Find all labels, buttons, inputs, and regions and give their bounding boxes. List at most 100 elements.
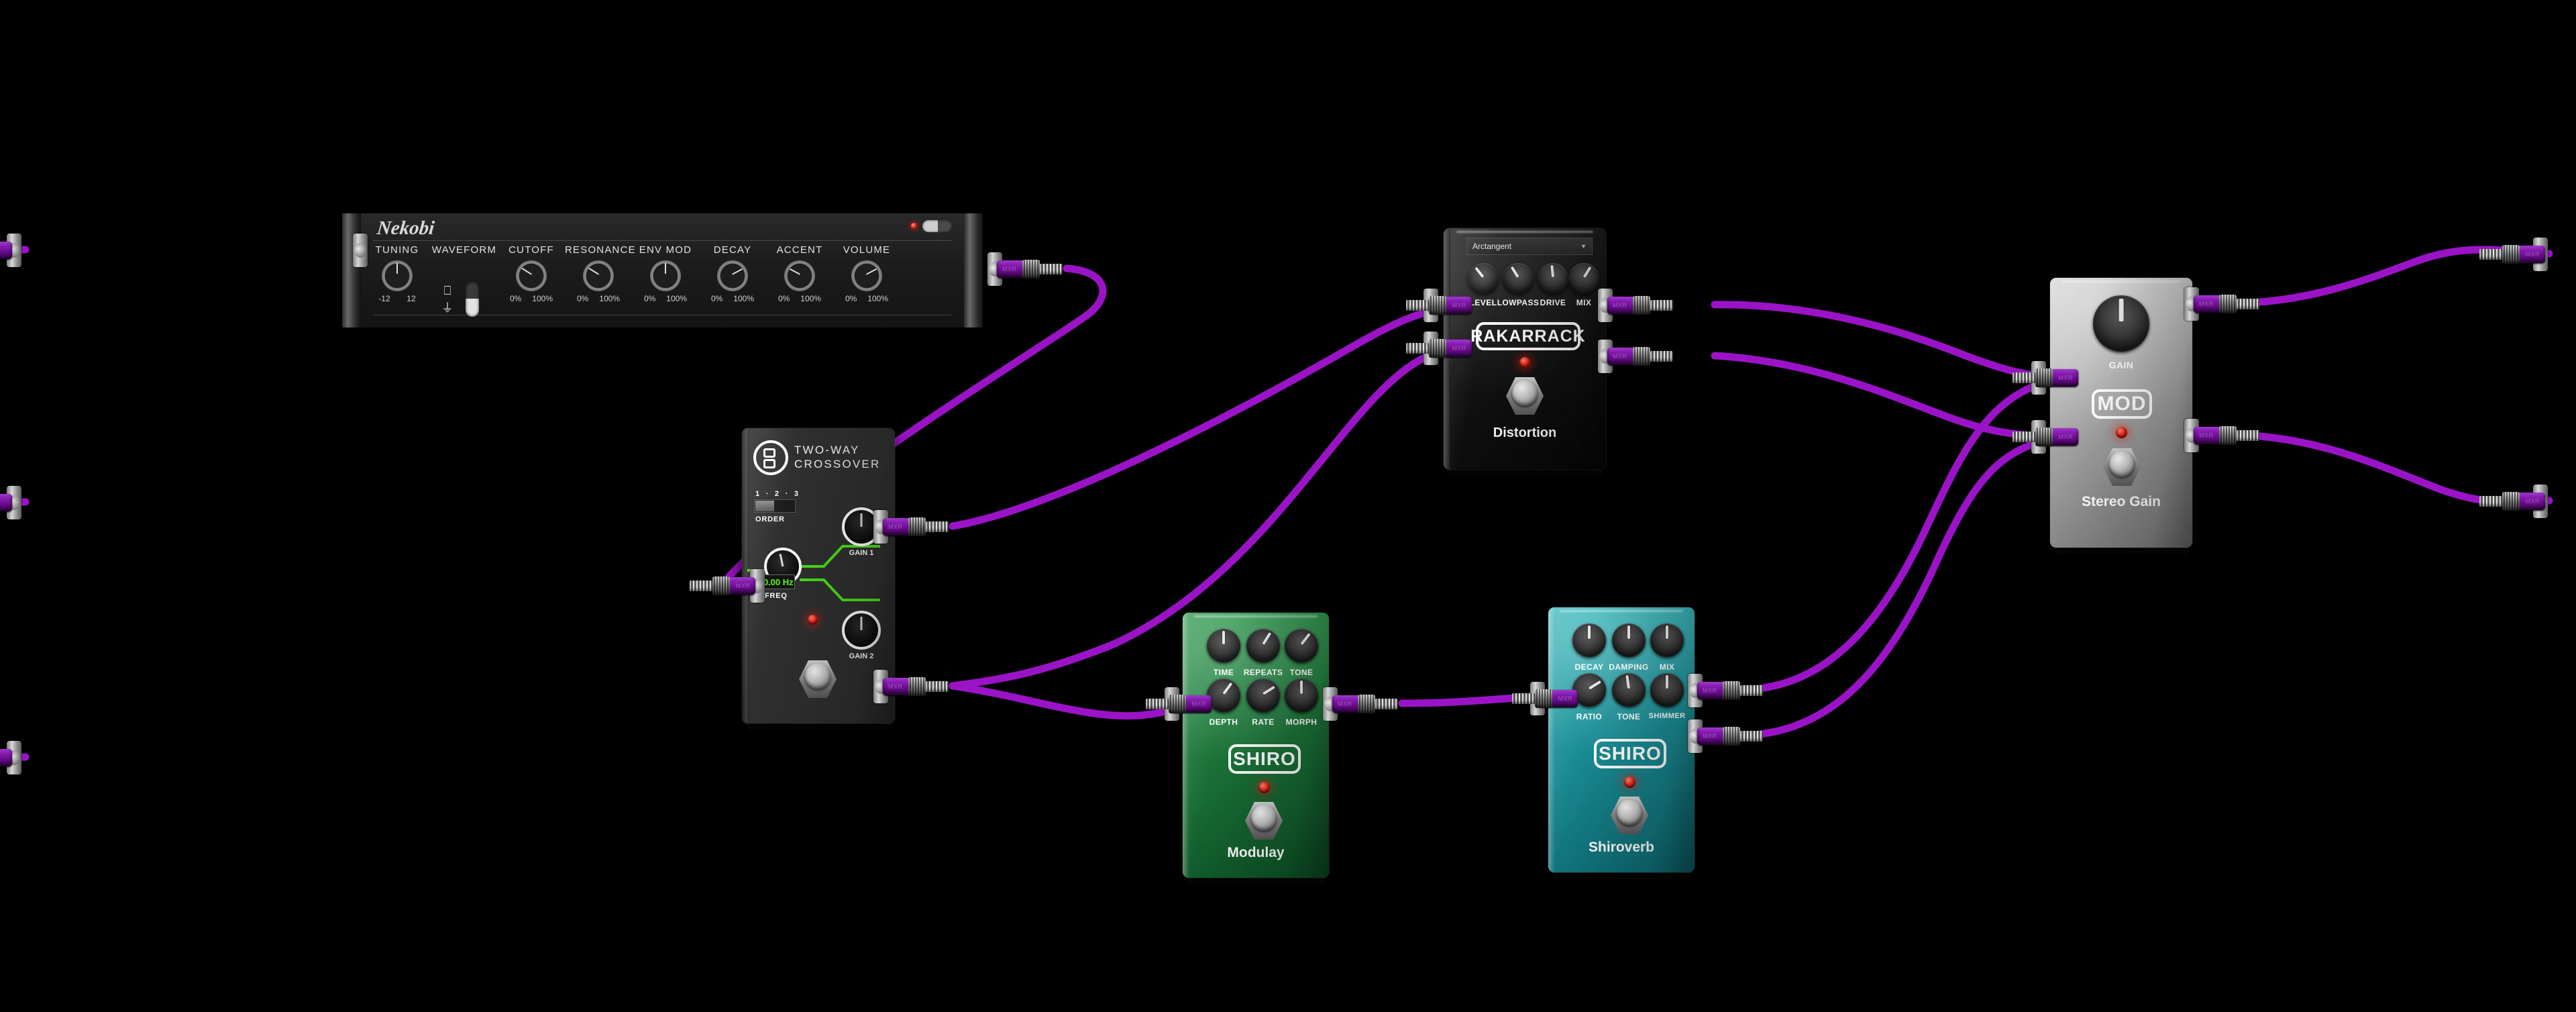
nekobi-control-resonance[interactable]: RESONANCE 0% 100% bbox=[565, 244, 635, 303]
footswitch-button[interactable] bbox=[2108, 451, 2135, 477]
rack-rail-left bbox=[342, 213, 361, 327]
chevron-down-icon[interactable]: ▼ bbox=[1580, 243, 1587, 250]
cutoff-knob[interactable] bbox=[516, 260, 547, 291]
distortion-output2-plug[interactable]: MXR bbox=[1598, 340, 1677, 373]
plug-strain-relief bbox=[1375, 699, 1398, 709]
drive-knob[interactable] bbox=[1532, 257, 1574, 300]
stereogain-input1-plug[interactable]: MXR bbox=[2008, 366, 2088, 389]
control-label: ENV MOD bbox=[639, 244, 692, 256]
crossover-title-line2: CROSSOVER bbox=[794, 458, 881, 470]
plug-brand-label: MXR bbox=[1452, 345, 1466, 352]
level-knob[interactable] bbox=[1462, 257, 1505, 300]
distortion-footswitch[interactable] bbox=[1506, 377, 1544, 415]
shiroverb-input-plug[interactable]: MXR bbox=[1508, 687, 1587, 710]
crossover-footswitch[interactable] bbox=[799, 660, 837, 698]
resonance-knob[interactable] bbox=[583, 260, 614, 291]
repeats-knob[interactable] bbox=[1240, 623, 1286, 668]
mix-knob[interactable] bbox=[1562, 257, 1605, 300]
slider-thumb[interactable] bbox=[755, 501, 774, 511]
modulay-footswitch[interactable] bbox=[1245, 802, 1283, 840]
tuning-knob[interactable] bbox=[382, 260, 413, 291]
offscreen-right-plug-2[interactable]: MXR bbox=[2475, 490, 2555, 513]
offscreen-right-plug-1[interactable]: MXR bbox=[2475, 243, 2555, 266]
tone-knob[interactable] bbox=[1279, 623, 1324, 668]
gain-knob[interactable] bbox=[2082, 285, 2160, 362]
volume-knob[interactable] bbox=[851, 260, 882, 291]
tone-knob[interactable] bbox=[1606, 667, 1652, 713]
modulay-output-plug[interactable]: MXR bbox=[1323, 687, 1402, 721]
pedalboard-canvas[interactable]: Nekobi TUNING -12 12 WAVEFORM ⎕ ⏚ CUTOFF… bbox=[0, 0, 2576, 1012]
stereogain-output1-plug[interactable]: MXR bbox=[2184, 287, 2263, 321]
lowpass-knob[interactable] bbox=[1497, 257, 1540, 300]
power-led-icon bbox=[911, 223, 917, 229]
plug-strain-relief bbox=[2012, 372, 2035, 383]
pedal-top-highlight bbox=[1560, 610, 1683, 612]
crossover-input-jack[interactable]: MXR bbox=[686, 569, 765, 603]
nekobi-control-env-mod[interactable]: ENV MOD 0% 100% bbox=[632, 244, 699, 303]
stereogain-footswitch[interactable] bbox=[2103, 448, 2141, 486]
nekobi-synth-panel[interactable]: Nekobi TUNING -12 12 WAVEFORM ⎕ ⏚ CUTOFF… bbox=[342, 213, 983, 327]
plug-brand-label: MXR bbox=[1613, 302, 1627, 309]
plug-strain-relief bbox=[2237, 430, 2259, 441]
pedal-two-way-crossover[interactable]: TWO-WAY CROSSOVER 1 · 2 · 3 ORDER 600.00… bbox=[742, 428, 895, 730]
plug-knurl bbox=[1535, 689, 1552, 708]
time-knob[interactable] bbox=[1201, 623, 1246, 668]
distortion-preset-select[interactable]: Arctangent ▼ bbox=[1466, 238, 1593, 255]
gain2-label: GAIN 2 bbox=[849, 652, 874, 660]
nekobi-control-tuning[interactable]: TUNING -12 12 bbox=[364, 244, 431, 303]
range-min: -12 bbox=[378, 294, 390, 303]
shiroverb-output2-plug[interactable]: MXR bbox=[1688, 719, 1767, 753]
shimmer-knob[interactable] bbox=[1644, 667, 1690, 713]
shiroverb-footswitch[interactable] bbox=[1611, 797, 1648, 834]
decay-knob[interactable] bbox=[717, 260, 748, 291]
crossover-output2-plug[interactable]: MXR bbox=[873, 670, 953, 703]
plug-strain-relief bbox=[2479, 496, 2502, 507]
stereogain-input2-plug[interactable]: MXR bbox=[2008, 425, 2088, 448]
stereogain-output2-plug[interactable]: MXR bbox=[2184, 419, 2263, 452]
cable-plug-offscreen-left-3[interactable] bbox=[0, 741, 21, 774]
gain2-knob[interactable] bbox=[842, 611, 881, 650]
plug-strain-relief bbox=[1512, 693, 1535, 704]
distortion-name: Distortion bbox=[1493, 425, 1557, 440]
control-label: WAVEFORM bbox=[431, 244, 497, 256]
pedal-stereo-gain[interactable]: GAIN MOD Stereo Gain bbox=[2050, 278, 2192, 554]
plug-barrel bbox=[0, 749, 12, 766]
rate-knob[interactable] bbox=[1240, 672, 1286, 718]
rack-rail-right bbox=[964, 213, 983, 327]
nekobi-control-waveform[interactable]: WAVEFORM ⎕ ⏚ bbox=[431, 244, 498, 317]
waveform-toggle[interactable] bbox=[466, 282, 479, 317]
plug-knurl bbox=[1358, 695, 1375, 713]
pedal-shiro-shiroverb[interactable]: DECAY DAMPING MIX RATIO TONE SHIMMER SHI… bbox=[1548, 607, 1695, 879]
damping-knob[interactable] bbox=[1606, 617, 1652, 663]
order-slider[interactable] bbox=[754, 499, 796, 513]
accent-knob[interactable] bbox=[784, 260, 815, 291]
nekobi-output-plug[interactable]: MXR bbox=[987, 252, 1067, 286]
decay-knob[interactable] bbox=[1566, 617, 1612, 663]
crossover-output1-plug[interactable]: MXR bbox=[873, 510, 953, 544]
nekobi-control-cutoff[interactable]: CUTOFF 0% 100% bbox=[498, 244, 565, 303]
footswitch-button[interactable] bbox=[1250, 805, 1277, 831]
distortion-input1-plug[interactable]: MXR bbox=[1402, 294, 1481, 317]
footswitch-button[interactable] bbox=[1616, 799, 1643, 825]
power-switch[interactable] bbox=[922, 220, 952, 232]
morph-knob[interactable] bbox=[1279, 672, 1324, 718]
mix-knob[interactable] bbox=[1644, 617, 1690, 663]
plug-strain-relief bbox=[926, 681, 949, 692]
env-mod-knob[interactable] bbox=[650, 260, 681, 291]
cable-plug-offscreen-left-2[interactable] bbox=[0, 486, 21, 519]
distortion-input2-plug[interactable]: MXR bbox=[1402, 337, 1481, 360]
footswitch-button[interactable] bbox=[1511, 380, 1538, 406]
tone-label: TONE bbox=[1289, 668, 1313, 677]
nekobi-faceplate: Nekobi TUNING -12 12 WAVEFORM ⎕ ⏚ CUTOFF… bbox=[361, 213, 964, 327]
footswitch-button[interactable] bbox=[804, 663, 831, 689]
nekobi-control-volume[interactable]: VOLUME 0% 100% bbox=[833, 244, 900, 303]
pedal-shiro-modulay[interactable]: TIME REPEATS TONE DEPTH RATE MORPH SHIRO bbox=[1183, 613, 1329, 884]
pedal-body: GAIN MOD Stereo Gain bbox=[2050, 278, 2192, 548]
nekobi-control-accent[interactable]: ACCENT 0% 100% bbox=[766, 244, 833, 303]
shiroverb-output1-plug[interactable]: MXR bbox=[1688, 674, 1767, 707]
cable-plug-offscreen-left-1[interactable] bbox=[0, 234, 21, 267]
distortion-output1-plug[interactable]: MXR bbox=[1598, 289, 1677, 322]
modulay-input-plug[interactable]: MXR bbox=[1142, 693, 1221, 715]
nekobi-control-decay[interactable]: DECAY 0% 100% bbox=[699, 244, 766, 303]
nekobi-input-jack[interactable] bbox=[288, 234, 368, 267]
